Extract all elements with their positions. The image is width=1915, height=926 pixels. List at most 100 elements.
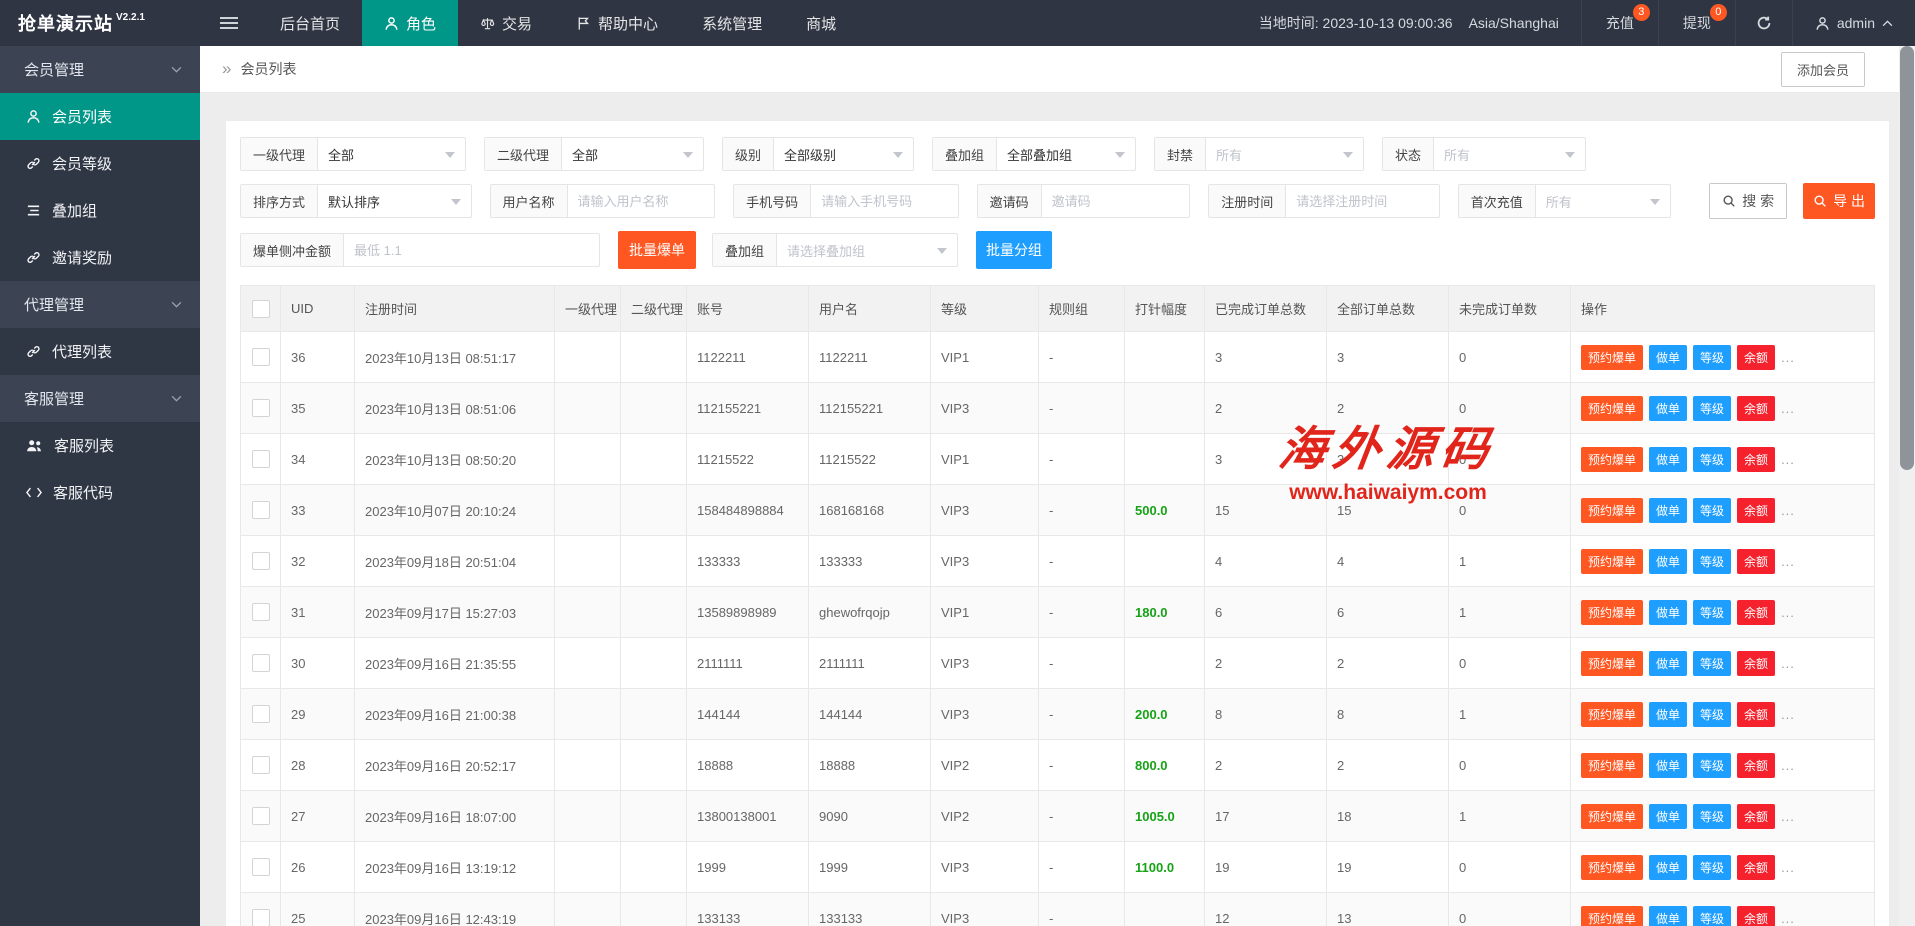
- level-button[interactable]: 等级: [1693, 549, 1731, 574]
- more-actions-button[interactable]: ...: [1781, 758, 1795, 773]
- withdraw-shortcut[interactable]: 提现0: [1658, 0, 1735, 46]
- row-checkbox[interactable]: [252, 552, 270, 570]
- level-button[interactable]: 等级: [1693, 498, 1731, 523]
- nav-item-mall[interactable]: 商城: [784, 0, 858, 46]
- more-actions-button[interactable]: ...: [1781, 554, 1795, 569]
- recharge-shortcut[interactable]: 充值3: [1581, 0, 1658, 46]
- filter-sort-select[interactable]: 默认排序: [318, 185, 471, 217]
- balance-button[interactable]: 余额: [1737, 447, 1775, 472]
- row-checkbox[interactable]: [252, 756, 270, 774]
- more-actions-button[interactable]: ...: [1781, 350, 1795, 365]
- more-actions-button[interactable]: ...: [1781, 809, 1795, 824]
- sidebar-item-service-code[interactable]: 客服代码: [0, 469, 200, 516]
- filter-batch-group-select[interactable]: 请选择叠加组: [777, 234, 957, 266]
- reserve-burst-button[interactable]: 预约爆单: [1581, 651, 1643, 676]
- level-button[interactable]: 等级: [1693, 702, 1731, 727]
- row-checkbox[interactable]: [252, 807, 270, 825]
- filter-stack-group-select[interactable]: 全部叠加组: [997, 138, 1135, 170]
- more-actions-button[interactable]: ...: [1781, 707, 1795, 722]
- reserve-burst-button[interactable]: 预约爆单: [1581, 753, 1643, 778]
- balance-button[interactable]: 余额: [1737, 600, 1775, 625]
- balance-button[interactable]: 余额: [1737, 804, 1775, 829]
- do-order-button[interactable]: 做单: [1649, 906, 1687, 926]
- batch-burst-button[interactable]: 批量爆单: [618, 231, 696, 269]
- nav-item-trade[interactable]: 交易: [458, 0, 554, 46]
- more-actions-button[interactable]: ...: [1781, 503, 1795, 518]
- do-order-button[interactable]: 做单: [1649, 804, 1687, 829]
- reserve-burst-button[interactable]: 预约爆单: [1581, 498, 1643, 523]
- reserve-burst-button[interactable]: 预约爆单: [1581, 549, 1643, 574]
- sidebar-item-stack-group[interactable]: 叠加组: [0, 187, 200, 234]
- do-order-button[interactable]: 做单: [1649, 753, 1687, 778]
- reserve-burst-button[interactable]: 预约爆单: [1581, 345, 1643, 370]
- filter-phone-input[interactable]: [811, 185, 958, 217]
- add-member-button[interactable]: 添加会员: [1781, 52, 1865, 87]
- export-button[interactable]: 导 出: [1803, 183, 1875, 219]
- balance-button[interactable]: 余额: [1737, 345, 1775, 370]
- nav-item-system-mgmt[interactable]: 系统管理: [680, 0, 784, 46]
- more-actions-button[interactable]: ...: [1781, 401, 1795, 416]
- reserve-burst-button[interactable]: 预约爆单: [1581, 906, 1643, 926]
- filter-phone-field[interactable]: [821, 194, 948, 209]
- filter-agent2-select[interactable]: 全部: [562, 138, 703, 170]
- user-menu[interactable]: admin: [1792, 0, 1915, 46]
- search-button[interactable]: 搜 索: [1709, 183, 1787, 219]
- sidebar-item-invite-reward[interactable]: 邀请奖励: [0, 234, 200, 281]
- nav-item-role[interactable]: 角色: [362, 0, 458, 46]
- reserve-burst-button[interactable]: 预约爆单: [1581, 702, 1643, 727]
- more-actions-button[interactable]: ...: [1781, 452, 1795, 467]
- refresh-button[interactable]: [1735, 0, 1792, 46]
- row-checkbox[interactable]: [252, 654, 270, 672]
- balance-button[interactable]: 余额: [1737, 753, 1775, 778]
- filter-burst-amount-field[interactable]: [354, 243, 589, 258]
- level-button[interactable]: 等级: [1693, 906, 1731, 926]
- sidebar-item-member-list[interactable]: 会员列表: [0, 93, 200, 140]
- do-order-button[interactable]: 做单: [1649, 345, 1687, 370]
- reserve-burst-button[interactable]: 预约爆单: [1581, 600, 1643, 625]
- sidebar-group-service-mgmt[interactable]: 客服管理: [0, 375, 200, 422]
- sidebar-item-service-list[interactable]: 客服列表: [0, 422, 200, 469]
- balance-button[interactable]: 余额: [1737, 549, 1775, 574]
- level-button[interactable]: 等级: [1693, 600, 1731, 625]
- reserve-burst-button[interactable]: 预约爆单: [1581, 855, 1643, 880]
- do-order-button[interactable]: 做单: [1649, 600, 1687, 625]
- level-button[interactable]: 等级: [1693, 651, 1731, 676]
- level-button[interactable]: 等级: [1693, 396, 1731, 421]
- more-actions-button[interactable]: ...: [1781, 911, 1795, 926]
- sidebar-item-agent-list[interactable]: 代理列表: [0, 328, 200, 375]
- filter-username-field[interactable]: [578, 194, 705, 209]
- level-button[interactable]: 等级: [1693, 753, 1731, 778]
- more-actions-button[interactable]: ...: [1781, 656, 1795, 671]
- scrollbar-thumb[interactable]: [1900, 46, 1914, 470]
- select-all-checkbox[interactable]: [252, 300, 270, 318]
- row-checkbox[interactable]: [252, 858, 270, 876]
- balance-button[interactable]: 余额: [1737, 651, 1775, 676]
- more-actions-button[interactable]: ...: [1781, 605, 1795, 620]
- balance-button[interactable]: 余额: [1737, 702, 1775, 727]
- row-checkbox[interactable]: [252, 603, 270, 621]
- reserve-burst-button[interactable]: 预约爆单: [1581, 396, 1643, 421]
- sidebar-group-member-mgmt[interactable]: 会员管理: [0, 46, 200, 93]
- balance-button[interactable]: 余额: [1737, 498, 1775, 523]
- filter-ban-select[interactable]: 所有: [1206, 138, 1363, 170]
- filter-username-input[interactable]: [568, 185, 715, 217]
- level-button[interactable]: 等级: [1693, 345, 1731, 370]
- balance-button[interactable]: 余额: [1737, 906, 1775, 926]
- reserve-burst-button[interactable]: 预约爆单: [1581, 804, 1643, 829]
- do-order-button[interactable]: 做单: [1649, 396, 1687, 421]
- filter-reg-time-input[interactable]: [1286, 185, 1439, 217]
- filter-burst-amount-input[interactable]: [344, 234, 599, 266]
- reserve-burst-button[interactable]: 预约爆单: [1581, 447, 1643, 472]
- nav-item-help-center[interactable]: 帮助中心: [554, 0, 680, 46]
- sidebar-item-member-level[interactable]: 会员等级: [0, 140, 200, 187]
- batch-assign-button[interactable]: 批量分组: [976, 231, 1052, 269]
- filter-status-select[interactable]: 所有: [1434, 138, 1585, 170]
- do-order-button[interactable]: 做单: [1649, 651, 1687, 676]
- balance-button[interactable]: 余额: [1737, 396, 1775, 421]
- do-order-button[interactable]: 做单: [1649, 702, 1687, 727]
- row-checkbox[interactable]: [252, 348, 270, 366]
- do-order-button[interactable]: 做单: [1649, 447, 1687, 472]
- filter-invite-code-input[interactable]: [1042, 185, 1190, 217]
- do-order-button[interactable]: 做单: [1649, 855, 1687, 880]
- nav-item-dashboard[interactable]: 后台首页: [258, 0, 362, 46]
